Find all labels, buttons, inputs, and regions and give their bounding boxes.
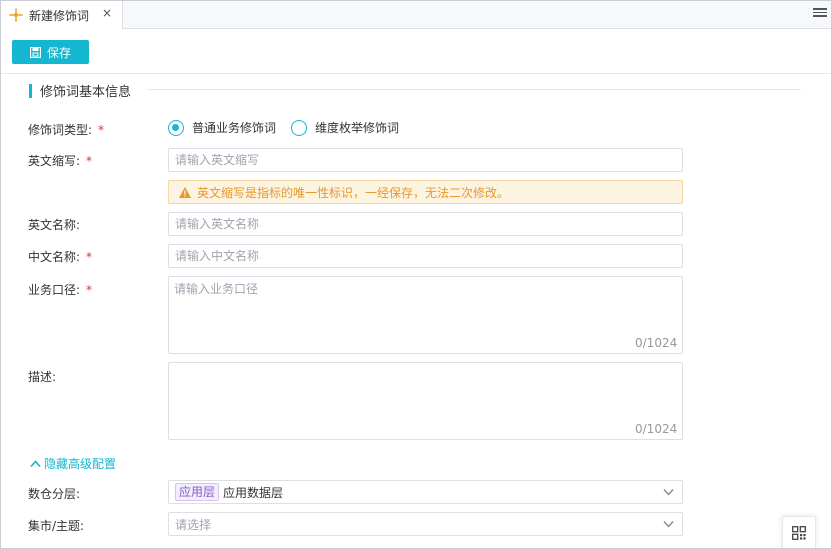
abbr-label: 英文缩写: * [28,152,92,169]
layer-label-text: 数仓分层: [28,487,81,501]
close-icon[interactable]: × [102,6,112,20]
hide-advanced-toggle[interactable]: 隐藏高级配置 [30,455,116,472]
en-name-input[interactable] [168,212,683,236]
warning-icon [179,186,191,198]
abbr-warning-text: 英文缩写是指标的唯一性标识，一经保存，无法二次修改。 [197,185,510,200]
en-name-label-text: 英文名称: [28,218,81,232]
layer-value: 应用数据层 [223,485,284,500]
desc-label: 描述: [28,368,56,385]
tab-new-modifier[interactable]: 新建修饰词 × [1,1,123,29]
radio-normal-modifier[interactable]: 普通业务修饰词 [168,119,276,136]
radio-dimension-modifier[interactable]: 维度枚举修饰词 [291,119,399,136]
caliber-counter: 0/1024 [635,336,678,350]
abbr-input[interactable] [168,148,683,172]
desc-textarea[interactable] [168,362,683,440]
layer-label: 数仓分层: [28,485,80,502]
cn-name-label: 中文名称: * [28,248,92,265]
cn-name-input[interactable] [168,244,683,268]
toolbar: 保存 [1,30,831,74]
qr-code-button[interactable] [782,516,816,548]
desc-counter: 0/1024 [635,422,678,436]
save-button-label: 保存 [46,45,71,60]
caliber-label: 业务口径: * [28,281,92,298]
radio-unchecked-icon [291,119,307,136]
chevron-down-icon [663,489,674,496]
tab-title: 新建修饰词 [29,8,90,23]
caliber-label-text: 业务口径: [28,283,81,297]
section-accent-bar [29,83,32,98]
tab-bar: 新建修饰词 × [1,1,831,29]
subject-placeholder: 请选择 [175,517,212,532]
qr-code-icon [792,526,806,540]
subject-label-text: 集市/主题: [28,519,85,533]
hamburger-menu-icon[interactable] [813,6,827,20]
chevron-up-icon [30,459,41,467]
radio-checked-icon [168,119,184,136]
desc-label-text: 描述: [28,370,57,384]
radio-dimension-label: 维度枚举修饰词 [315,121,400,135]
subject-select[interactable]: 请选择 [168,512,683,536]
app-logo-icon [9,8,23,22]
required-mark: * [98,123,105,137]
type-label-text: 修饰词类型: [28,123,93,137]
layer-select[interactable]: 应用层 应用数据层 [168,480,683,504]
abbr-warning: 英文缩写是指标的唯一性标识，一经保存，无法二次修改。 [168,180,683,204]
section-header: 修饰词基本信息 [29,81,131,100]
en-name-label: 英文名称: [28,216,80,233]
section-divider [147,89,801,90]
radio-normal-label: 普通业务修饰词 [192,121,277,135]
type-label: 修饰词类型: * [28,121,104,138]
save-button[interactable]: 保存 [12,40,89,64]
layer-tag: 应用层 [175,483,220,501]
cn-name-label-text: 中文名称: [28,250,81,264]
subject-label: 集市/主题: [28,517,84,534]
chevron-down-icon [663,521,674,528]
required-mark: * [86,250,93,264]
abbr-label-text: 英文缩写: [28,154,81,168]
section-title: 修饰词基本信息 [40,85,132,100]
window: 新建修饰词 × 保存 修饰词基本信息 修饰词类型: * 普通业务修饰词 维度枚举… [0,0,832,549]
hide-advanced-label: 隐藏高级配置 [44,457,117,471]
required-mark: * [86,283,93,297]
caliber-textarea[interactable] [168,276,683,354]
save-icon [29,46,41,58]
required-mark: * [86,154,93,168]
form-content: 修饰词基本信息 修饰词类型: * 普通业务修饰词 维度枚举修饰词 英文缩写: * 英… [11,74,821,548]
